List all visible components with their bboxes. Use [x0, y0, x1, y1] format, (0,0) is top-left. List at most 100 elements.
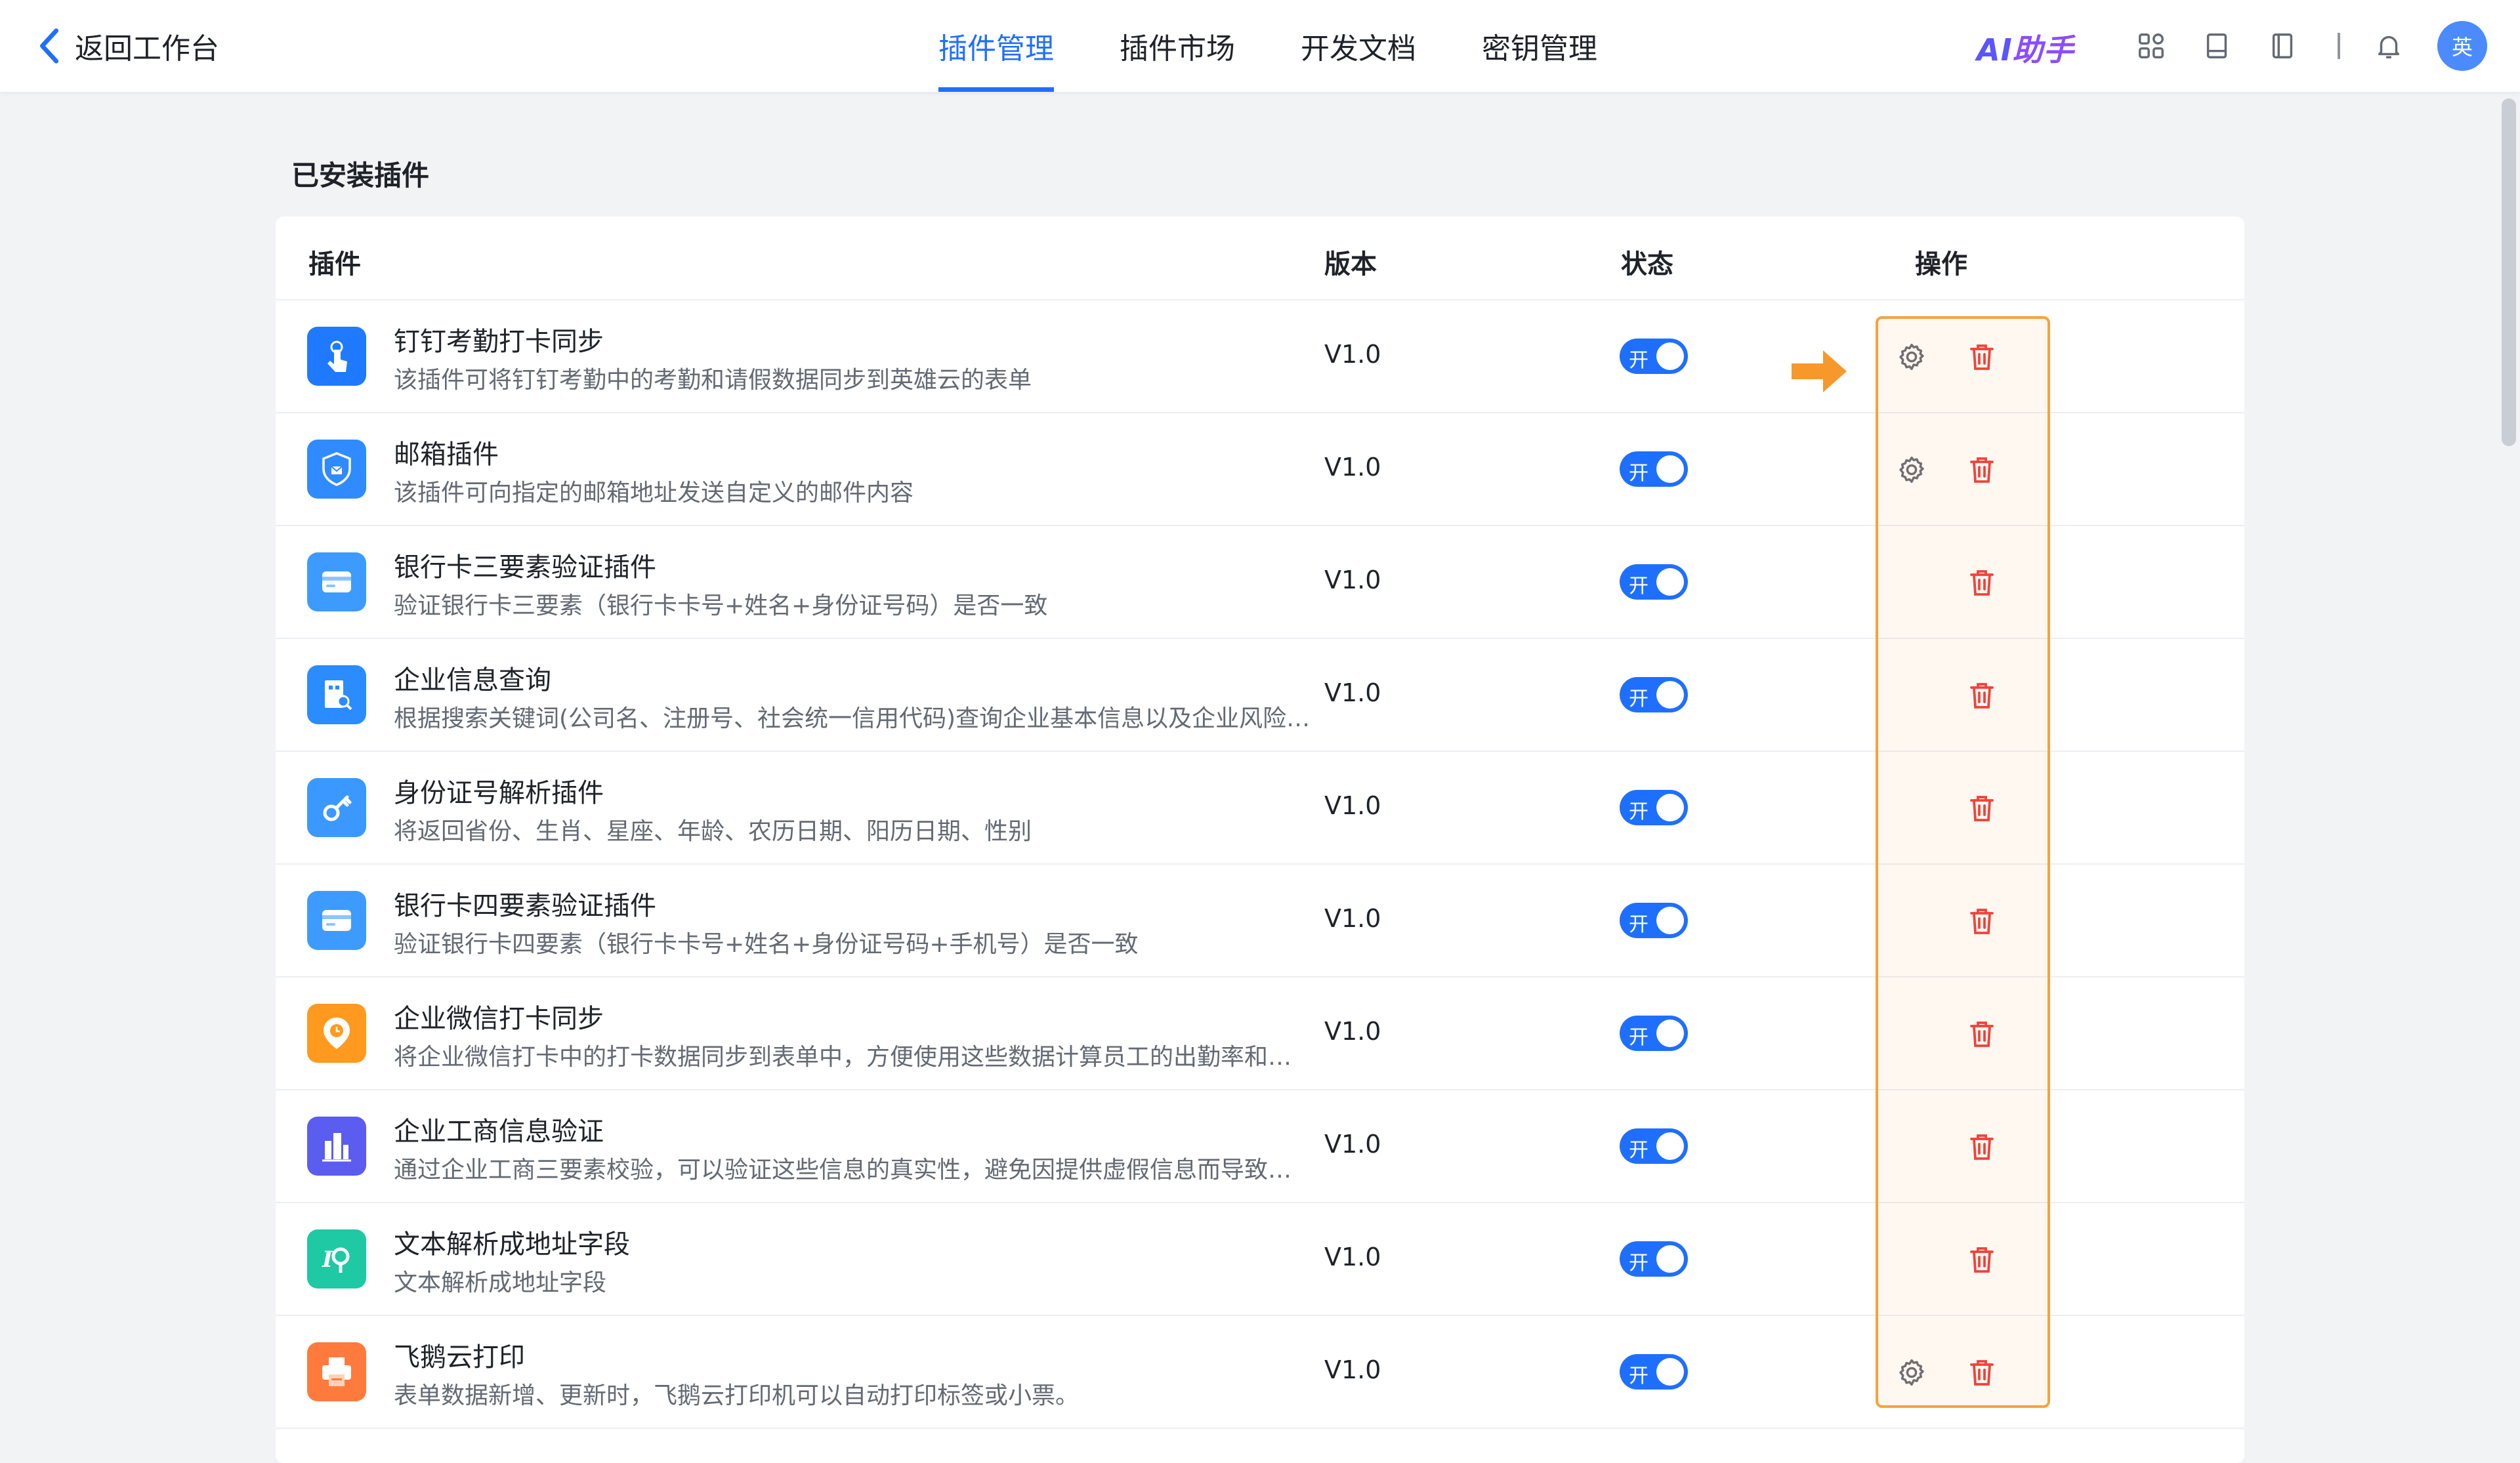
ai-logo-ai: AI [1977, 32, 2013, 68]
section-title: 已安装插件 [291, 159, 430, 192]
plugin-name: 邮箱插件 [394, 440, 499, 470]
plugin-version: V1.0 [1324, 678, 1381, 707]
scrollbar-thumb[interactable] [2502, 98, 2516, 446]
toggle-knob [1656, 1132, 1684, 1160]
plugin-name: 企业微信打卡同步 [394, 1004, 604, 1034]
delete-trash-icon[interactable] [1964, 1354, 2000, 1391]
toggle-label: 开 [1629, 1252, 1648, 1275]
toggle-label: 开 [1629, 1365, 1648, 1388]
delete-trash-icon[interactable] [1964, 790, 2000, 827]
column-header-version: 版本 [1324, 249, 1377, 279]
column-header-actions: 操作 [1915, 249, 1967, 279]
header-divider [2338, 33, 2340, 59]
ai-assistant-logo[interactable]: AI助手 [1977, 26, 2074, 68]
status-toggle[interactable]: 开 [1620, 790, 1688, 825]
delete-trash-icon[interactable] [1964, 903, 2000, 939]
plugin-name: 企业工商信息验证 [394, 1117, 604, 1147]
toggle-label: 开 [1629, 575, 1648, 598]
settings-gear-icon[interactable] [1893, 339, 1930, 375]
top-navigation-bar: 返回工作台 插件管理 插件市场 开发文档 密钥管理 AI助手 英 [0, 0, 2520, 92]
toggle-label: 开 [1629, 349, 1648, 372]
book-icon[interactable] [2200, 29, 2234, 63]
apps-icon[interactable] [2134, 29, 2168, 63]
plugin-description: 通过企业工商三要素校验，可以验证这些信息的真实性，避免因提供虚假信息而导致的风险 [394, 1157, 1312, 1184]
plugin-name: 文本解析成地址字段 [394, 1229, 630, 1260]
plugin-name: 飞鹅云打印 [394, 1342, 525, 1372]
plugin-version: V1.0 [1324, 566, 1381, 594]
bank-card-icon [307, 552, 366, 611]
plugin-name: 身份证号解析插件 [394, 778, 604, 808]
main-tabs: 插件管理 插件市场 开发文档 密钥管理 [938, 0, 1663, 92]
table-row: 企业信息查询 根据搜索关键词(公司名、注册号、社会统一信用代码)查询企业基本信息… [276, 639, 2244, 752]
status-toggle[interactable]: 开 [1620, 451, 1688, 487]
settings-gear-icon[interactable] [1893, 451, 1930, 488]
table-header: 插件 版本 状态 操作 [276, 216, 2244, 300]
plugin-version: V1.0 [1324, 791, 1381, 820]
delete-trash-icon[interactable] [1964, 339, 2000, 375]
table-row: 银行卡三要素验证插件 验证银行卡三要素（银行卡卡号+姓名+身份证号码）是否一致 … [276, 526, 2244, 639]
status-toggle[interactable]: 开 [1620, 1354, 1688, 1390]
settings-gear-icon[interactable] [1893, 1354, 1930, 1391]
plugin-name: 企业信息查询 [394, 665, 551, 695]
arrow-right-icon [1792, 350, 1847, 392]
table-row: 身份证号解析插件 将返回省份、生肖、星座、年龄、农历日期、阳历日期、性别 V1.… [276, 752, 2244, 865]
toggle-label: 开 [1629, 800, 1648, 823]
status-toggle[interactable]: 开 [1620, 1241, 1688, 1277]
table-row: 企业工商信息验证 通过企业工商三要素校验，可以验证这些信息的真实性，避免因提供虚… [276, 1090, 2244, 1203]
toggle-label: 开 [1629, 1139, 1648, 1162]
user-avatar[interactable]: 英 [2437, 21, 2487, 71]
plugin-name: 钉钉考勤打卡同步 [394, 327, 604, 357]
toggle-knob [1656, 1245, 1684, 1273]
toggle-knob [1656, 455, 1684, 483]
plugin-version: V1.0 [1324, 453, 1381, 482]
table-row: 飞鹅云打印 表单数据新增、更新时，飞鹅云打印机可以自动打印标签或小票。 V1.0… [276, 1316, 2244, 1429]
delete-trash-icon[interactable] [1964, 1016, 2000, 1052]
plugin-version: V1.0 [1324, 904, 1381, 933]
tab-dev-docs[interactable]: 开发文档 [1301, 0, 1416, 92]
toggle-knob [1656, 681, 1684, 709]
key-icon [307, 778, 366, 837]
delete-trash-icon[interactable] [1964, 1128, 2000, 1165]
toggle-label: 开 [1629, 688, 1648, 711]
delete-trash-icon[interactable] [1964, 451, 2000, 488]
company-search-icon [307, 665, 366, 724]
notebook-icon[interactable] [2265, 29, 2300, 63]
plugin-description: 验证银行卡三要素（银行卡卡号+姓名+身份证号码）是否一致 [394, 592, 1048, 619]
tab-plugin-market[interactable]: 插件市场 [1120, 0, 1235, 92]
back-to-workbench-link[interactable]: 返回工作台 [37, 24, 219, 68]
bank-card-icon [307, 891, 366, 950]
table-row: 钉钉考勤打卡同步 该插件可将钉钉考勤中的考勤和请假数据同步到英雄云的表单 V1.… [276, 300, 2244, 413]
toggle-knob [1656, 1020, 1684, 1047]
touch-icon [307, 327, 366, 386]
plugin-version: V1.0 [1324, 1243, 1381, 1271]
toggle-knob [1656, 342, 1684, 370]
table-row: 银行卡四要素验证插件 验证银行卡四要素（银行卡卡号+姓名+身份证号码+手机号）是… [276, 865, 2244, 978]
status-toggle[interactable]: 开 [1620, 1016, 1688, 1051]
chevron-left-icon [40, 28, 59, 64]
mail-shield-icon [307, 440, 366, 499]
status-toggle[interactable]: 开 [1620, 339, 1688, 374]
bell-icon[interactable] [2372, 29, 2406, 63]
status-toggle[interactable]: 开 [1620, 564, 1688, 600]
status-toggle[interactable]: 开 [1620, 677, 1688, 712]
plugin-version: V1.0 [1324, 1130, 1381, 1159]
tab-plugin-management[interactable]: 插件管理 [938, 0, 1054, 92]
ai-logo-assistant: 助手 [2012, 32, 2074, 68]
toggle-knob [1656, 568, 1684, 596]
status-toggle[interactable]: 开 [1620, 1128, 1688, 1164]
tab-key-management[interactable]: 密钥管理 [1482, 0, 1597, 92]
table-row: 企业微信打卡同步 将企业微信打卡中的打卡数据同步到表单中，方便使用这些数据计算员… [276, 978, 2244, 1090]
back-label: 返回工作台 [75, 32, 219, 66]
table-row: I 文本解析成地址字段 文本解析成地址字段 V1.0 开 [276, 1203, 2244, 1316]
plugin-description: 将返回省份、生肖、星座、年龄、农历日期、阳历日期、性别 [394, 818, 1032, 845]
plugin-description: 验证银行卡四要素（银行卡卡号+姓名+身份证号码+手机号）是否一致 [394, 931, 1139, 958]
plugin-name: 银行卡四要素验证插件 [394, 891, 656, 921]
delete-trash-icon[interactable] [1964, 1241, 2000, 1278]
delete-trash-icon[interactable] [1964, 564, 2000, 601]
toggle-knob [1656, 794, 1684, 821]
toggle-knob [1656, 907, 1684, 934]
plugin-version: V1.0 [1324, 340, 1381, 369]
delete-trash-icon[interactable] [1964, 677, 2000, 714]
status-toggle[interactable]: 开 [1620, 903, 1688, 938]
plugin-version: V1.0 [1324, 1355, 1381, 1384]
